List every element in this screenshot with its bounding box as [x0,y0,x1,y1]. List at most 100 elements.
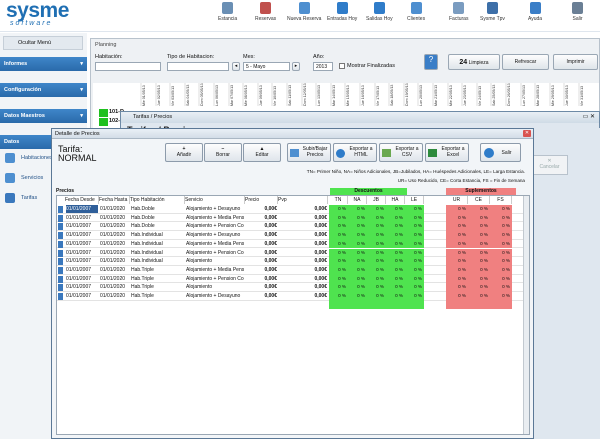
supplement-cell: 0 % [468,274,490,284]
table-scrollbar[interactable] [523,196,529,434]
refrescar-button[interactable]: Refrescar [502,54,549,70]
globe-icon [336,149,345,158]
column-header[interactable]: UR [446,196,468,204]
supplement-cell: 0 % [468,292,490,301]
mes-select[interactable]: 5 - Mayo [243,62,290,71]
supplement-cell: 0 % [446,213,468,223]
dialog-titlebar[interactable]: Detalle de Precios ✕ [52,129,533,139]
tipo-label: Tipo de Habitacion: [167,54,215,60]
tipo-select[interactable] [167,62,229,71]
limpieza-button[interactable]: 24 Limpieza [448,54,500,70]
supplement-cell: 0 % [468,248,490,258]
toolbar-clientes-button[interactable]: Clientes [407,2,425,22]
next-month-button[interactable]: ▸ [292,62,300,71]
column-header[interactable]: HA [386,196,405,204]
cell-desde: 01/01/2007 [66,223,92,230]
toolbar-salidas-hoy-button[interactable]: Salidas Hoy [366,2,393,22]
discount-cell: 0 % [386,213,405,223]
column-header[interactable]: TN [329,196,348,204]
export-html-label: Exportar a HTML [349,146,373,158]
column-header[interactable]: Precio [245,196,278,204]
column-header[interactable]: FS [490,196,512,204]
exit-button[interactable]: Salir [480,143,521,162]
table-row[interactable]: 01/01/2007 01/01/2020 Hab.Doble Alojamiento… [57,222,525,232]
toolbar-entradas-hoy-button[interactable]: Entradas Hoy [327,2,357,22]
edit-button[interactable]: ▲ Editar [243,143,281,162]
export-excel-button[interactable]: Exportar a Excel [425,143,469,162]
sidebar-item-habitaciones[interactable]: Habitaciones [3,151,53,165]
supplement-cell: 0 % [490,205,512,214]
day-column-header: Dom 19/05/13 [403,83,414,106]
supplement-cell: 0 % [446,292,468,301]
hide-menu-label: Ocultar Menú [18,40,52,46]
toolbar-salir-button[interactable]: Salir [572,2,583,22]
precios-label: Precios [56,188,75,194]
add-button[interactable]: + Añadir [165,143,203,162]
cancel-button[interactable]: ✕ Cancelar [531,155,568,175]
table-row[interactable]: 01/01/2007 01/01/2020 Hab.Doble Alojamiento… [57,213,525,223]
column-header[interactable]: LE [405,196,424,204]
tarifas-window-title[interactable]: Tarifas / Precios ▭ ✕ [121,112,599,123]
sidebar-item-servicios[interactable]: Servicios [3,171,43,185]
cell-hasta: 01/01/2020 [100,214,126,221]
table-row[interactable]: 01/01/2007 01/01/2020 Hab.Individual Alojam… [57,239,525,249]
cell-precio: 0,00€ [264,223,277,230]
column-header[interactable]: CE [468,196,490,204]
table-row[interactable]: 01/01/2007 01/01/2020 Hab.Triple Alojamient… [57,292,525,301]
sidebar-item-tarifas[interactable]: Tarifas [3,191,37,205]
help-button[interactable]: ? [424,54,438,70]
cell-servicio: Alojamiento + Desayuno [186,232,241,239]
mes-label: Mes: [243,54,255,60]
limpieza-number: 24 [459,59,468,66]
toolbar-reservas-button[interactable]: Reservas [255,2,276,22]
close-icon[interactable]: ✕ [523,130,531,137]
table-row[interactable]: 01/01/2007 01/01/2020 Hab.Individual Alojam… [57,231,525,240]
table-row[interactable]: 01/01/2007 01/01/2020 Hab.Individual Alojam… [57,257,525,266]
anio-input[interactable]: 2013 [313,62,333,71]
delete-button[interactable]: − Borrar [204,143,242,162]
column-header[interactable]: NA [348,196,367,204]
toolbar-ayuda-button[interactable]: Ayuda [528,2,542,22]
discount-cell: 0 % [405,274,424,284]
table-row[interactable]: 01/01/2007 01/01/2020 Hab.Triple Alojamient… [57,283,525,292]
prev-month-button[interactable]: ◂ [232,62,240,71]
toolbar-button-label: Clientes [407,16,426,22]
column-header[interactable]: Fecha Desde [65,196,99,204]
table-row[interactable]: 01/01/2007 01/01/2020 Hab.Triple Alojamient… [57,265,525,275]
chevron-down-icon: ▾ [80,87,83,93]
habitacion-select[interactable] [95,62,161,71]
toolbar-estancia-button[interactable]: Estancia [218,2,237,22]
supplement-cell: 0 % [490,248,512,258]
section-configuracion[interactable]: Configuración ▾ [0,83,87,97]
table-row[interactable]: 01/01/2007 01/01/2020 Hab.Doble Alojamiento… [57,205,525,214]
table-row[interactable]: 01/01/2007 01/01/2020 Hab.Triple Alojamient… [57,274,525,284]
empty-row-cell [490,300,512,309]
upload-prices-button[interactable]: Subir/Bajar Precios [287,143,331,162]
table-row[interactable]: 01/01/2007 01/01/2020 Hab.Individual Alojam… [57,248,525,258]
column-header[interactable]: Tipo Habitación [130,196,185,204]
window-controls[interactable]: ▭ ✕ [583,112,595,123]
toolbar-facturas-button[interactable]: Facturas [449,2,468,22]
export-csv-button[interactable]: Exportar a CSV [379,143,423,162]
toolbar-nueva-reserva-button[interactable]: Nueva Reserva [287,2,321,22]
hide-menu-button[interactable]: Ocultar Menú [3,36,83,50]
column-header[interactable]: JB [367,196,386,204]
section-informes[interactable]: Informes ▾ [0,57,87,71]
mostrar-checkbox[interactable] [339,63,345,69]
discount-cell: 0 % [405,257,424,266]
mostrar-label: Mostrar Finalizadas [347,63,395,69]
section-datos-maestros[interactable]: Datos Maestros ▾ [0,109,87,123]
export-html-button[interactable]: Exportar a HTML [333,143,377,162]
toolbar-sysme-tpv-button[interactable]: Sysme Tpv [480,2,505,22]
column-header[interactable]: Fecha Hasta [99,196,130,204]
discount-cell: 0 % [367,257,386,266]
price-tag-icon [5,193,15,203]
cell-desde: 01/01/2007 [66,258,92,265]
cell-precio: 0,00€ [264,258,277,265]
imprimir-button[interactable]: Imprimir [553,54,598,70]
column-header[interactable]: Servicio [185,196,245,204]
precios-dialog: Detalle de Precios ✕ Tarifa: NORMAL + Añadi… [51,128,534,439]
section-label: Configuración [4,87,42,93]
column-header[interactable]: Pvp [278,196,328,204]
day-column-header: Mie 15/05/13 [345,83,355,106]
